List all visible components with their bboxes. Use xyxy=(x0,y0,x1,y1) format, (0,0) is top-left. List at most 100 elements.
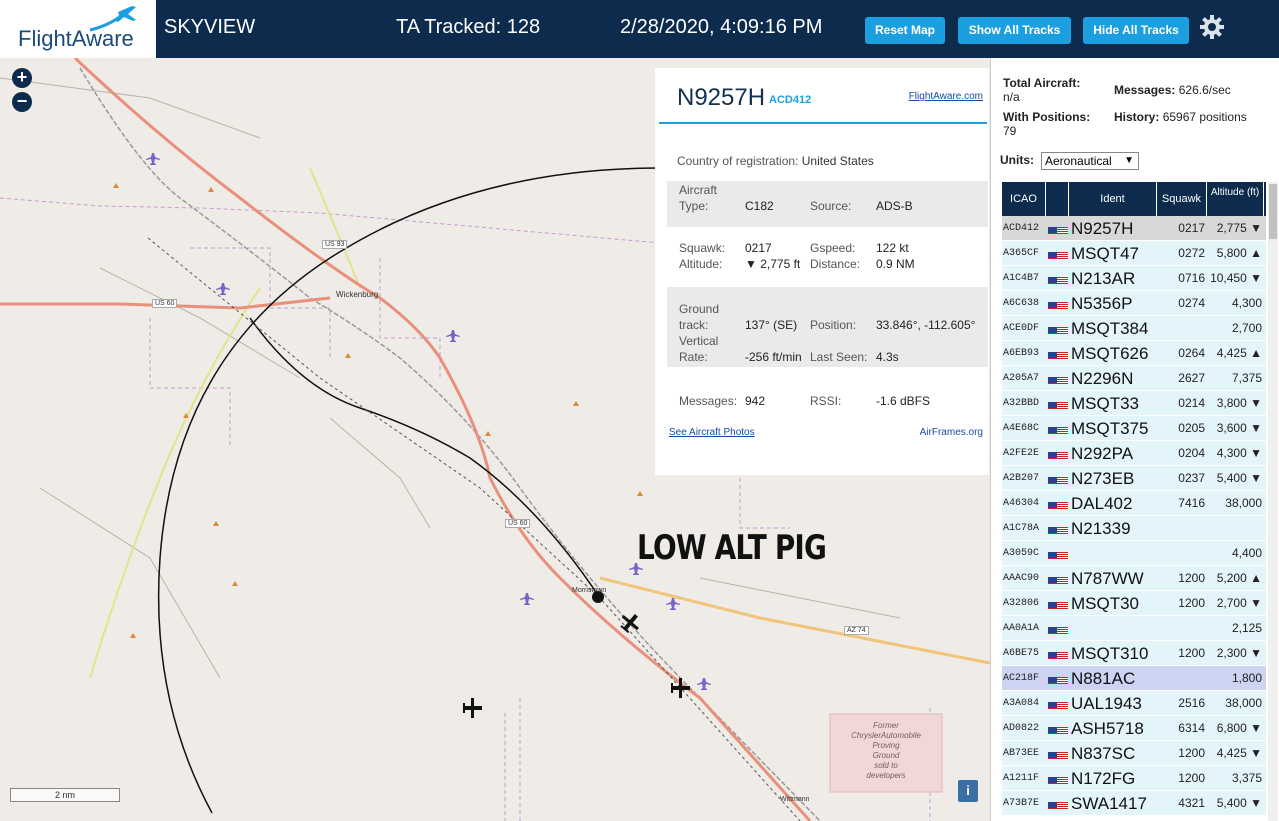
cell-icao: AB73EE xyxy=(1003,748,1040,759)
table-row[interactable]: A73B7E SWA1417 4321 5,400 ▼ xyxy=(1002,791,1266,816)
table-row[interactable]: A6BE75 MSQT310 1200 2,300 ▼ xyxy=(1002,641,1266,666)
us-flag-icon xyxy=(1048,297,1069,309)
aircraft-sidebar: Total Aircraft: n/a Messages: 626.6/sec W… xyxy=(990,58,1279,821)
table-row[interactable]: ACE0DF MSQT384 2,700 xyxy=(1002,316,1266,341)
col-flag[interactable] xyxy=(1046,182,1069,216)
zoom-in-button[interactable]: + xyxy=(12,68,32,88)
cell-icao: A2FE2E xyxy=(1003,448,1040,459)
map-info-button[interactable]: i xyxy=(958,780,978,802)
scrollbar-thumb[interactable] xyxy=(1269,184,1277,239)
flightaware-link[interactable]: FlightAware.com xyxy=(909,91,983,102)
distance-label: Distance: xyxy=(810,257,861,271)
table-row[interactable]: AB73EE N837SC 1200 4,425 ▼ xyxy=(1002,741,1266,766)
table-row[interactable]: A1C78A N21339 xyxy=(1002,516,1266,541)
top-bar: FlightAware SKYVIEW TA Tracked: 128 2/28… xyxy=(0,0,1279,58)
us-flag-icon xyxy=(1048,722,1069,734)
zoom-out-button[interactable]: − xyxy=(12,92,32,112)
flightaware-logo[interactable]: FlightAware xyxy=(0,0,156,58)
cell-altitude: 3,600 ▼ xyxy=(1216,421,1262,435)
table-row[interactable]: AD0822 ASH5718 6314 6,800 ▼ xyxy=(1002,716,1266,741)
table-row[interactable]: A4E68C MSQT375 0205 3,600 ▼ xyxy=(1002,416,1266,441)
us-flag-icon xyxy=(1048,572,1069,584)
cell-altitude: 6,800 ▼ xyxy=(1216,721,1262,735)
cell-squawk: 0214 xyxy=(1178,396,1205,410)
table-row[interactable]: AAAC90 N787WW 1200 5,200 ▲ xyxy=(1002,566,1266,591)
cell-altitude: 4,300 xyxy=(1231,296,1262,310)
cell-squawk: 6314 xyxy=(1178,721,1205,735)
cell-squawk: 7416 xyxy=(1178,496,1205,510)
table-scrollbar[interactable] xyxy=(1268,182,1278,821)
cell-squawk xyxy=(1160,316,1205,341)
cell-squawk: 1200 xyxy=(1178,771,1205,785)
table-row[interactable]: AA0A1A 2,125 xyxy=(1002,616,1266,641)
table-row[interactable]: A1211F N172FG 1200 3,375 xyxy=(1002,766,1266,791)
aircraft-registration: N9257H xyxy=(677,84,766,111)
vrate-value: -256 ft/min xyxy=(745,350,802,364)
panel-divider xyxy=(659,122,987,124)
cell-icao: ACD412 xyxy=(1003,223,1040,234)
cell-ident: MSQT310 xyxy=(1071,644,1149,663)
aircraft-photos-link[interactable]: See Aircraft Photos xyxy=(669,427,755,438)
aircraft-detail-panel: N9257H ACD412 FlightAware.com Country of… xyxy=(655,68,989,475)
table-row[interactable]: AC218F N881AC 1,800 xyxy=(1002,666,1266,691)
us-flag-icon xyxy=(1048,272,1069,284)
stat-history: History: 65967 positions xyxy=(1114,110,1247,124)
cell-icao: A4E68C xyxy=(1003,423,1040,434)
cell-altitude: 10,450 ▼ xyxy=(1210,271,1262,285)
table-row[interactable]: A3059C 4,400 xyxy=(1002,541,1266,566)
stat-with-positions: With Positions: 79 xyxy=(1003,110,1091,138)
cell-icao: A2B207 xyxy=(1003,473,1040,484)
table-row[interactable]: A2FE2E N292PA 0204 4,300 ▼ xyxy=(1002,441,1266,466)
table-row[interactable]: A365CF MSQT47 0272 5,800 ▲ xyxy=(1002,241,1266,266)
col-squawk[interactable]: Squawk xyxy=(1157,182,1207,216)
us-flag-icon xyxy=(1048,422,1069,434)
table-row[interactable]: A32BBD MSQT33 0214 3,800 ▼ xyxy=(1002,391,1266,416)
cell-altitude: 2,300 ▼ xyxy=(1216,646,1262,660)
cell-altitude: 7,375 xyxy=(1231,371,1262,385)
cell-altitude: 3,375 xyxy=(1231,771,1262,785)
cell-altitude: 38,000 xyxy=(1225,496,1262,510)
airframes-link[interactable]: AirFrames.org xyxy=(920,427,983,438)
group-track-position: Ground track: 137° (SE) Position: 33.846… xyxy=(667,287,988,367)
table-row[interactable]: A1C4B7 N213AR 0716 10,450 ▼ xyxy=(1002,266,1266,291)
table-row[interactable]: A6C638 N5356P 0274 4,300 xyxy=(1002,291,1266,316)
cell-altitude: 2,700 ▼ xyxy=(1216,596,1262,610)
cell-altitude: 1,800 xyxy=(1231,671,1262,685)
cell-squawk xyxy=(1160,616,1205,641)
table-row[interactable]: A3A084 UAL1943 2516 38,000 xyxy=(1002,691,1266,716)
cell-ident: N292PA xyxy=(1071,444,1134,463)
messages-label: Messages: xyxy=(679,394,738,408)
col-ident[interactable]: Ident xyxy=(1069,182,1157,216)
cell-squawk: 0264 xyxy=(1178,346,1205,360)
us-flag-icon xyxy=(1048,447,1069,459)
cell-squawk: 1200 xyxy=(1178,746,1205,760)
country-row: Country of registration: United States xyxy=(677,154,874,168)
cell-icao: A3059C xyxy=(1003,548,1040,559)
col-icao[interactable]: ICAO xyxy=(1002,182,1046,216)
col-altitude[interactable]: Altitude (ft) xyxy=(1207,182,1264,216)
table-row[interactable]: A2B207 N273EB 0237 5,400 ▼ xyxy=(1002,466,1266,491)
table-row[interactable]: ACD412 N9257H 0217 2,775 ▼ xyxy=(1002,216,1266,241)
cell-squawk: 0274 xyxy=(1178,296,1205,310)
squawk-label: Squawk: xyxy=(679,241,726,255)
table-row[interactable]: A46304 DAL402 7416 38,000 xyxy=(1002,491,1266,516)
cell-altitude: 4,425 ▼ xyxy=(1216,746,1262,760)
cell-ident: MSQT375 xyxy=(1071,419,1149,438)
cell-squawk: 0205 xyxy=(1178,421,1205,435)
table-row[interactable]: A205A7 N2296N 2627 7,375 xyxy=(1002,366,1266,391)
gear-icon[interactable] xyxy=(1199,14,1225,40)
reset-map-button[interactable]: Reset Map xyxy=(865,17,945,44)
us-flag-icon xyxy=(1048,747,1069,759)
table-row[interactable]: A6EB93 MSQT626 0264 4,425 ▲ xyxy=(1002,341,1266,366)
cell-icao: A3A084 xyxy=(1003,698,1040,709)
hide-all-tracks-button[interactable]: Hide All Tracks xyxy=(1083,17,1189,44)
cell-icao: A73B7E xyxy=(1003,798,1040,809)
units-select[interactable]: Aeronautical ▼ xyxy=(1041,152,1139,170)
cell-ident xyxy=(1071,616,1161,641)
table-row[interactable]: A32806 MSQT30 1200 2,700 ▼ xyxy=(1002,591,1266,616)
cell-ident: N5356P xyxy=(1071,294,1133,313)
group-squawk-speed: Squawk: 0217 Gspeed: 122 kt Altitude: ▼ … xyxy=(667,238,988,278)
cell-squawk: 4321 xyxy=(1178,796,1205,810)
cell-squawk: 2516 xyxy=(1178,696,1205,710)
show-all-tracks-button[interactable]: Show All Tracks xyxy=(958,17,1071,44)
